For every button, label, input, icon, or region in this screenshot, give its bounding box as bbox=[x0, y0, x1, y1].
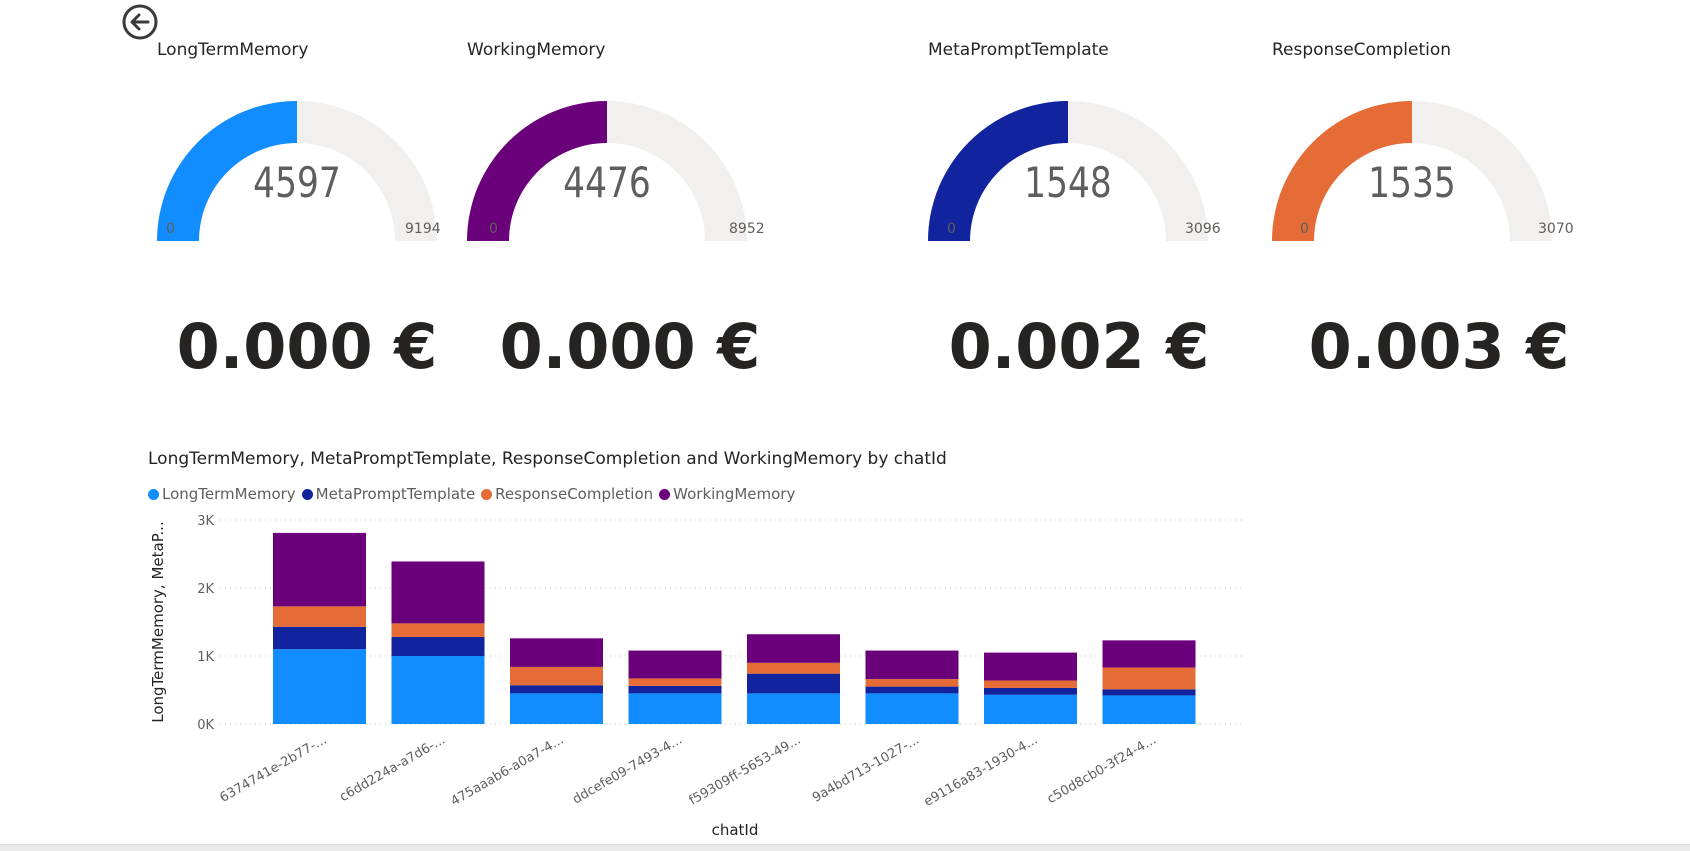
bar-segment[interactable] bbox=[1102, 695, 1196, 724]
bar-segment[interactable] bbox=[628, 650, 722, 679]
bar-segment[interactable] bbox=[865, 693, 959, 724]
bar-segment[interactable] bbox=[984, 680, 1077, 688]
x-axis-title: chatId bbox=[712, 821, 759, 839]
horizontal-scrollbar[interactable] bbox=[0, 844, 1690, 851]
bar-segment[interactable] bbox=[273, 626, 366, 650]
x-tick-label: e9116a83-1930-4... bbox=[922, 732, 1041, 809]
bar-segment[interactable] bbox=[391, 656, 485, 724]
bar-segment[interactable] bbox=[984, 687, 1077, 695]
y-tick-label: 0K bbox=[197, 718, 214, 733]
x-tick-label: f59309ff-5653-49... bbox=[687, 732, 804, 808]
y-tick-label: 3K bbox=[197, 514, 214, 529]
bar-segment[interactable] bbox=[865, 679, 959, 687]
bar-segment[interactable] bbox=[391, 623, 485, 637]
bar-segment[interactable] bbox=[984, 652, 1077, 681]
bar-segment[interactable] bbox=[747, 693, 840, 724]
bar-segment[interactable] bbox=[391, 636, 485, 656]
stacked-bar-chart: 0K 1K 2K 3K 6374741e-2b77-... c6dd224a-a7d6-.… bbox=[149, 514, 1245, 839]
x-tick-label: 9a4bd713-1027-... bbox=[810, 732, 922, 805]
bar-segment[interactable] bbox=[391, 561, 485, 624]
bar-segment[interactable] bbox=[628, 678, 722, 686]
bar-segment[interactable] bbox=[1102, 640, 1196, 668]
x-tick-label: 475aaab6-a0a7-4... bbox=[448, 732, 566, 809]
bar-segment[interactable] bbox=[865, 650, 959, 680]
bar-segment[interactable] bbox=[273, 532, 366, 607]
bar-segment[interactable] bbox=[865, 686, 959, 694]
bar-segment[interactable] bbox=[747, 673, 840, 694]
bar-segment[interactable] bbox=[510, 693, 603, 724]
bar-segment[interactable] bbox=[1102, 667, 1196, 690]
bar-segment[interactable] bbox=[747, 634, 840, 663]
y-tick-label: 1K bbox=[197, 650, 214, 665]
bar-segment[interactable] bbox=[1102, 689, 1196, 696]
x-tick-label: ddcefe09-7493-4... bbox=[570, 732, 685, 807]
bar-segment[interactable] bbox=[510, 638, 603, 667]
y-tick-label: 2K bbox=[197, 582, 214, 597]
bar-segment[interactable] bbox=[984, 694, 1077, 724]
x-tick-label: c6dd224a-a7d6-... bbox=[337, 732, 448, 805]
bar-segment[interactable] bbox=[273, 649, 366, 724]
bar-segment[interactable] bbox=[628, 685, 722, 694]
x-tick-label: c50d8cb0-3f24-4... bbox=[1045, 732, 1159, 807]
bar-segment[interactable] bbox=[510, 685, 603, 694]
bar-segment[interactable] bbox=[747, 662, 840, 674]
bar-segment[interactable] bbox=[273, 606, 366, 627]
x-tick-label: 6374741e-2b77-... bbox=[217, 732, 329, 805]
y-axis-title: LongTermMemory, MetaP... bbox=[149, 521, 167, 722]
bar-segment[interactable] bbox=[510, 666, 603, 686]
bar-segment[interactable] bbox=[628, 693, 722, 724]
